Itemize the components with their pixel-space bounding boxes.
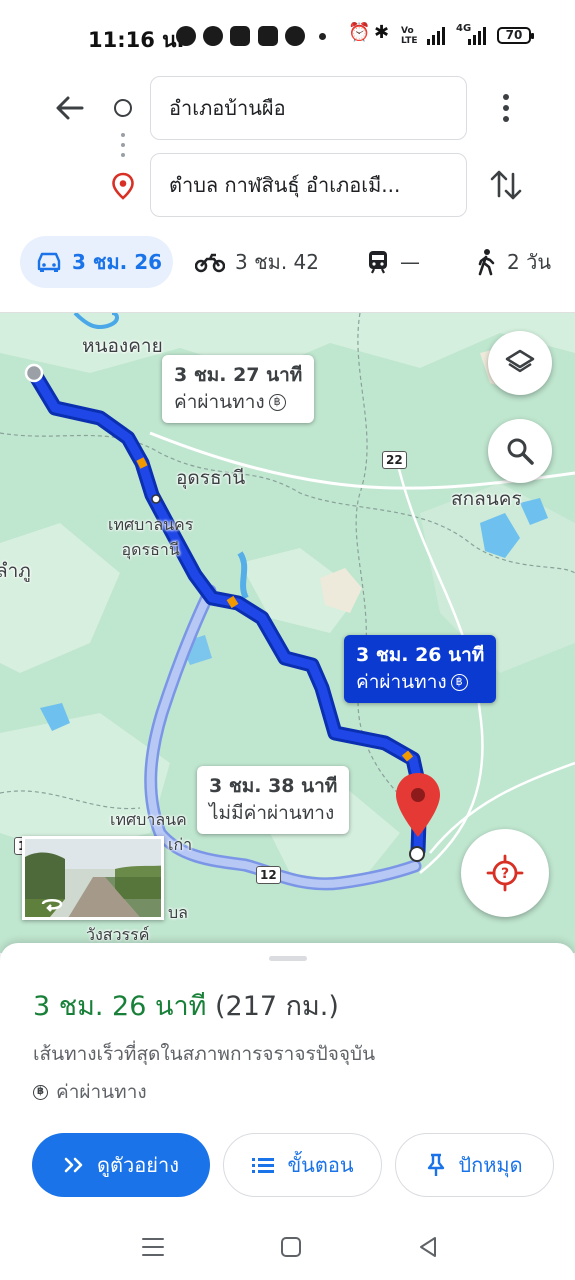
search-icon (507, 438, 534, 465)
status-time: 11:16 น. (88, 28, 185, 52)
rotate-360-icon (41, 899, 63, 912)
chrome-icon (285, 26, 305, 46)
list-icon (252, 1158, 275, 1173)
search-along-route-button[interactable] (488, 419, 552, 483)
bluetooth-icon: ✱ (374, 22, 390, 43)
swap-vert-icon (490, 170, 522, 200)
route-distance: (217 กม.) (215, 991, 339, 1022)
home-button[interactable] (276, 1232, 306, 1262)
road-shield: 22 (382, 451, 407, 469)
pin-button[interactable]: ปักหมุด (395, 1133, 554, 1197)
maps-directions-screen: 11:16 น. ⏰ ✱ Vo LTE 4G 70 อำเภอบ้านผือ ต… (0, 0, 575, 1280)
shield-app-icon (258, 26, 278, 46)
car-icon (37, 252, 61, 272)
place-label: หนองคาย (82, 335, 163, 357)
tab-motorcycle[interactable]: 3 ชม. 42 (195, 236, 319, 288)
back-nav-button[interactable] (413, 1232, 443, 1262)
callout-note: ค่าผ่านทาง (356, 671, 447, 693)
back-triangle-icon (420, 1237, 436, 1257)
steps-label: ขั้นตอน (287, 1153, 354, 1177)
more-options-button[interactable] (492, 90, 520, 126)
recent-apps-button[interactable] (138, 1232, 168, 1262)
more-notifications-dot (319, 33, 326, 40)
callout-note: ไม่มีค่าผ่านทาง (209, 802, 335, 824)
destination-input[interactable]: ตำบล กาฬสินธุ์ อำเภอเมื... (150, 153, 467, 217)
pin-label: ปักหมุด (458, 1153, 523, 1177)
place-label: บล (168, 903, 188, 922)
signal-bars-2-icon (468, 27, 486, 45)
tab-driving-label: 3 ชม. 26 (72, 250, 163, 274)
svg-text:?: ? (501, 866, 509, 882)
home-square-icon (281, 1237, 301, 1257)
tab-walking[interactable]: 2 วัน (475, 236, 551, 288)
tab-walking-label: 2 วัน (507, 250, 551, 274)
my-location-button[interactable]: ? (461, 829, 549, 917)
toll-icon: ฿ (450, 674, 468, 691)
route-duration: 3 ชม. 26 นาที (33, 991, 207, 1022)
callout-note: ค่าผ่านทาง (174, 391, 265, 413)
origin-input[interactable]: อำเภอบ้านผือ (150, 76, 467, 140)
preview-button[interactable]: ดูตัวอย่าง (32, 1133, 210, 1197)
layers-button[interactable] (488, 331, 552, 395)
route-description: เส้นทางเร็วที่สุดในสภาพการจราจรปัจจุบัน (33, 1043, 376, 1065)
motorcycle-icon (195, 253, 225, 273)
back-button[interactable] (52, 90, 88, 126)
route-callout-alt2[interactable]: 3 ชม. 38 นาที ไม่มีค่าผ่านทาง (197, 766, 350, 834)
route-connector-dots (121, 133, 125, 163)
alarm-icon: ⏰ (348, 22, 371, 43)
route-callout-alt1[interactable]: 3 ชม. 27 นาที ค่าผ่านทาง฿ (162, 355, 315, 423)
place-label: อุดรธานี (176, 467, 246, 489)
steps-button[interactable]: ขั้นตอน (223, 1133, 382, 1197)
callout-duration: 3 ชม. 26 นาที (356, 644, 485, 666)
place-label: ลำภู (0, 560, 31, 582)
battery-icon: 70 (497, 27, 534, 44)
street-view-thumbnail[interactable] (22, 836, 164, 920)
double-chevron-icon (64, 1157, 83, 1173)
more-vert-icon (503, 94, 509, 122)
road-shield: 12 (256, 866, 281, 884)
arrow-back-icon (56, 96, 84, 120)
tab-motorcycle-label: 3 ชม. 42 (235, 250, 320, 274)
place-label: เทศบาลนค (110, 810, 187, 829)
walk-icon (478, 249, 495, 276)
sheet-drag-handle[interactable] (269, 956, 307, 961)
preview-label: ดูตัวอย่าง (97, 1153, 179, 1177)
travel-mode-tabs: 3 ชม. 26 3 ชม. 42 — 2 วัน (0, 236, 575, 290)
toll-info-row: ฿ ค่าผ่านทาง (33, 1077, 147, 1107)
status-bar: 11:16 น. ⏰ ✱ Vo LTE 4G 70 (0, 0, 575, 70)
callout-duration: 3 ชม. 27 นาที (174, 364, 303, 386)
route-summary-line: 3 ชม. 26 นาที (217 กม.) (33, 984, 339, 1027)
pushpin-icon (428, 1153, 445, 1176)
place-label: เก่า (168, 835, 193, 854)
callout-duration: 3 ชม. 38 นาที (209, 775, 338, 797)
destination-pin-icon (111, 172, 135, 200)
location-unknown-icon: ? (486, 854, 524, 892)
tab-transit[interactable]: — (366, 236, 420, 288)
tab-transit-label: — (400, 250, 420, 274)
layers-icon (505, 349, 535, 373)
system-navigation-bar (0, 1222, 575, 1280)
chat-bubble-icon (176, 26, 196, 46)
tab-driving[interactable]: 3 ชม. 26 (20, 236, 173, 288)
toll-note: ค่าผ่านทาง (56, 1081, 147, 1103)
signal-bars-icon (427, 27, 445, 45)
volte-indicator: Vo LTE (401, 26, 418, 46)
messages-icon (230, 26, 250, 46)
train-icon (369, 251, 387, 274)
toll-icon: ฿ (33, 1084, 48, 1100)
swap-directions-button[interactable] (488, 166, 524, 204)
place-label: สกลนคร (451, 488, 522, 510)
map-view[interactable]: หนองคาย อุดรธานี เทศบาลนคร อุดรธานี สกลน… (0, 313, 575, 953)
menu-lines-icon (142, 1238, 164, 1256)
line-app-icon (203, 26, 223, 46)
route-callout-selected[interactable]: 3 ชม. 26 นาที ค่าผ่านทาง฿ (344, 635, 497, 703)
place-label: เทศบาลนคร อุดรธานี (108, 515, 194, 559)
toll-icon: ฿ (268, 394, 286, 411)
origin-circle-icon (114, 99, 132, 117)
